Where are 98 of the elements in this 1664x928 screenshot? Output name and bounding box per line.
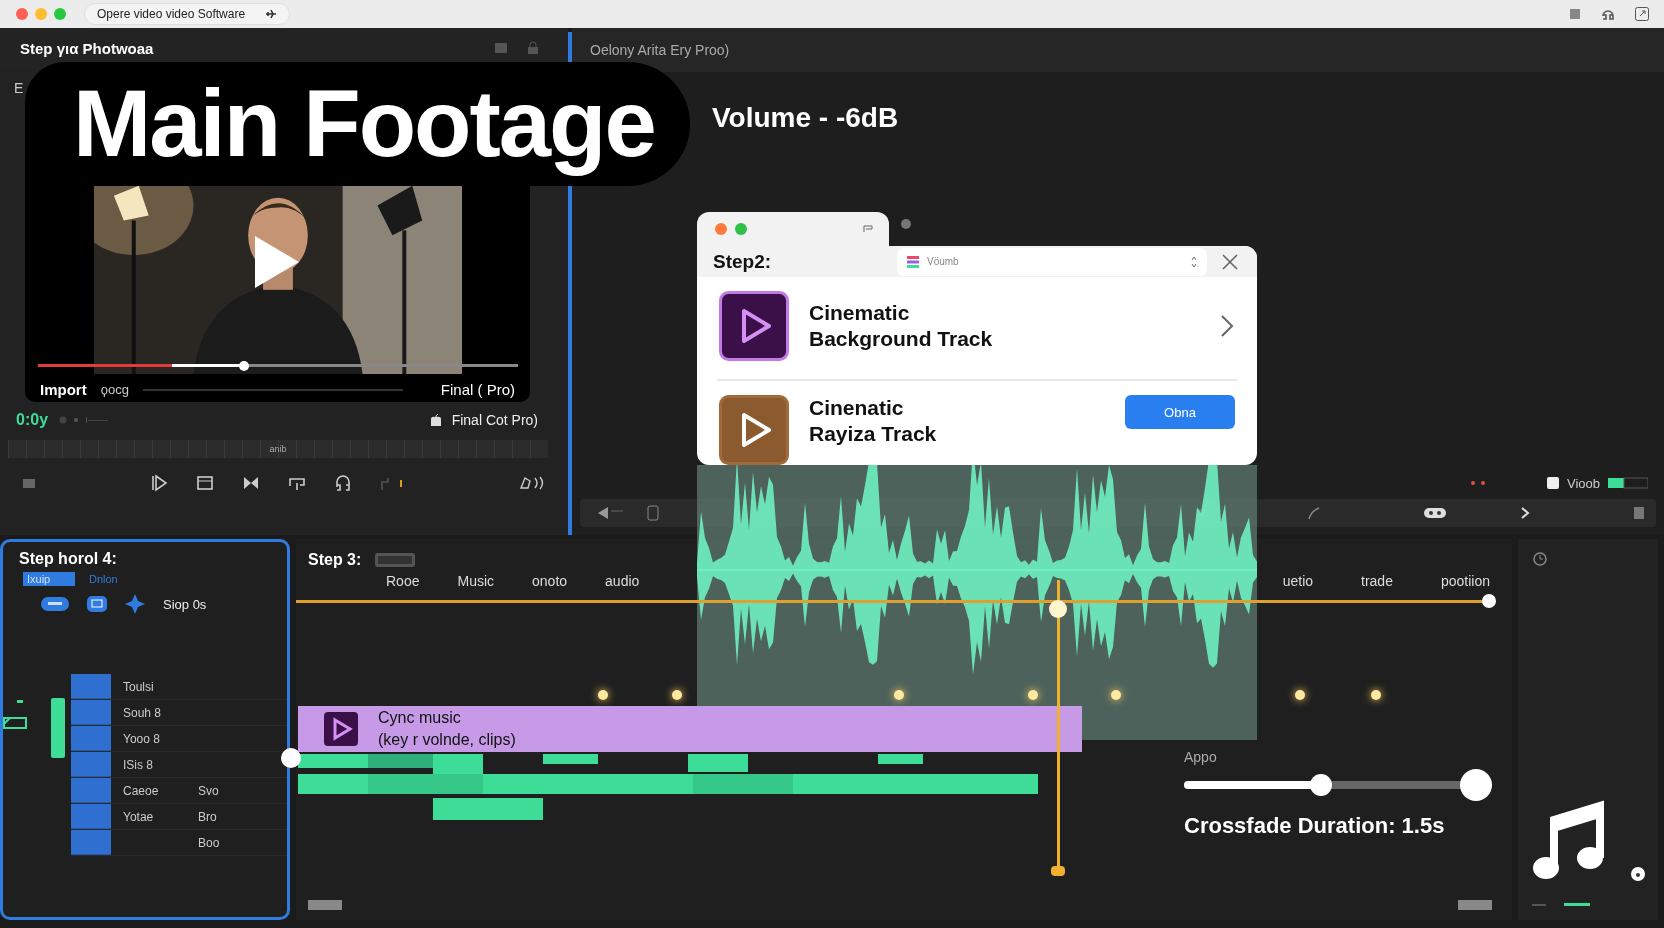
- stepper-icon[interactable]: [1191, 255, 1197, 268]
- row-label: Caeoe: [122, 783, 160, 798]
- play-icon: [324, 712, 358, 746]
- clock-icon[interactable]: [1532, 551, 1548, 567]
- row-label: Yotae: [122, 809, 155, 824]
- row-icon: [71, 830, 111, 855]
- track-label: onoto: [532, 573, 568, 589]
- screen-icon[interactable]: [87, 596, 107, 612]
- app-label: Final Cot Pro): [451, 412, 538, 428]
- status-dot: [901, 219, 911, 229]
- level-meter-icon: [1608, 477, 1648, 489]
- row-icon: [71, 674, 111, 699]
- window-tab[interactable]: Opere video video Software: [84, 3, 291, 25]
- track-name: Cinematic: [809, 300, 911, 326]
- keyframe-dot[interactable]: [1111, 690, 1121, 700]
- chevron-right-icon[interactable]: [1219, 313, 1235, 339]
- keyframe-dot[interactable]: [1028, 690, 1038, 700]
- square-icon[interactable]: [1568, 7, 1582, 21]
- toggle-icon[interactable]: [375, 553, 416, 567]
- plane-icon: [265, 8, 278, 20]
- track-label: Music: [457, 573, 495, 589]
- meter-label: Vioob: [1567, 475, 1600, 491]
- tag-icon[interactable]: [41, 597, 69, 611]
- timecode: 0:0y: [16, 411, 49, 429]
- volume-label: Volume - -6dB: [712, 102, 899, 133]
- track-name: Cinenatic: [809, 395, 905, 421]
- track-subtitle: Background Track: [809, 326, 993, 352]
- slider-thumb[interactable]: [1310, 774, 1333, 796]
- meter-icon: [1532, 902, 1592, 908]
- timeline-title: Step 3:: [308, 551, 362, 569]
- import-label[interactable]: Import: [40, 381, 87, 398]
- output-label: Final ( Pro): [440, 381, 515, 398]
- phone-icon[interactable]: [646, 505, 660, 521]
- time-ruler[interactable]: anib: [8, 440, 548, 458]
- level-bar-icon: [51, 698, 65, 758]
- close-button[interactable]: [16, 8, 28, 20]
- track-label: trade: [1361, 573, 1393, 589]
- track-label: pootiion: [1440, 573, 1490, 589]
- row-value: Bro: [198, 809, 217, 824]
- close-icon[interactable]: [1221, 252, 1239, 271]
- crossfade-slider[interactable]: [1184, 769, 1492, 801]
- headset-icon[interactable]: [334, 474, 352, 492]
- row-label: Souh 8: [122, 705, 163, 720]
- stack-icon: [907, 255, 919, 268]
- audio-clip[interactable]: Cync music (key r volnde, clips): [298, 706, 1082, 752]
- slider-label: Appo: [1184, 749, 1218, 765]
- row-label: Toulsi: [122, 679, 155, 694]
- keyframe-dot[interactable]: [894, 690, 904, 700]
- gamepad-icon[interactable]: [1422, 505, 1448, 521]
- sparkle-icon[interactable]: [125, 594, 145, 614]
- track-label: uetio: [1282, 573, 1314, 589]
- keyframe-dot[interactable]: [1371, 690, 1381, 700]
- apple-icon: [429, 413, 442, 427]
- scroll-thumb[interactable]: [1458, 900, 1492, 910]
- music-note-icon: [1532, 798, 1604, 882]
- play-icon[interactable]: [150, 474, 168, 492]
- main-footage-title: Main Footage: [25, 62, 690, 186]
- row-icon: [71, 778, 111, 803]
- tools-label: Siop 0s: [163, 596, 207, 612]
- flag-icon: [863, 225, 873, 233]
- track-label: audio: [605, 573, 640, 589]
- scrubber-handle[interactable]: [238, 361, 249, 371]
- search-field[interactable]: Vöumb: [897, 247, 1207, 276]
- panel-title: Step για Photwoaa: [20, 39, 154, 57]
- row-label: Yooo 8: [122, 731, 161, 746]
- row-icon: [71, 700, 111, 725]
- legend-swatch: [1547, 477, 1559, 489]
- dialog-title: Step2:: [713, 250, 773, 273]
- slider-end-knob[interactable]: [1460, 769, 1492, 801]
- keyframe-dot[interactable]: [1295, 690, 1305, 700]
- marker-icon: [58, 415, 109, 425]
- panel-icon[interactable]: [1632, 505, 1646, 521]
- viewer-title: Oelony Arita Ery Proo): [590, 42, 730, 58]
- row-label: ISis 8: [122, 757, 154, 772]
- bowtie-icon[interactable]: [242, 474, 260, 492]
- row-value: Svo: [198, 783, 219, 798]
- side-label: E: [14, 80, 25, 96]
- keyframe-dot[interactable]: [598, 690, 608, 700]
- open-button[interactable]: Obna: [1125, 395, 1235, 429]
- row-value: Boo: [198, 835, 220, 850]
- crossfade-label: Crossfade Duration: 1.5s: [1184, 813, 1446, 839]
- rewind-icon[interactable]: [596, 505, 626, 521]
- inspector-tab[interactable]: Dnlon: [85, 572, 122, 586]
- row-icon: [71, 752, 111, 777]
- track-label: Rooe: [386, 573, 420, 589]
- frame-icon[interactable]: [196, 474, 214, 492]
- scroll-thumb[interactable]: [308, 900, 342, 910]
- format-label: ϙocg: [100, 382, 129, 397]
- inspector-title: Step horol 4:: [19, 550, 118, 568]
- knob-icon[interactable]: [1630, 866, 1646, 882]
- row-icon: [71, 726, 111, 751]
- track-subtitle: Rayiza Track: [809, 421, 937, 447]
- inspector-tab[interactable]: Ixuip: [23, 572, 75, 586]
- folder-icon[interactable]: [22, 477, 36, 489]
- keyframe-dot[interactable]: [672, 690, 682, 700]
- expand-icon[interactable]: [1634, 6, 1650, 22]
- pen-icon[interactable]: [1306, 505, 1322, 521]
- row-icon: [71, 804, 111, 829]
